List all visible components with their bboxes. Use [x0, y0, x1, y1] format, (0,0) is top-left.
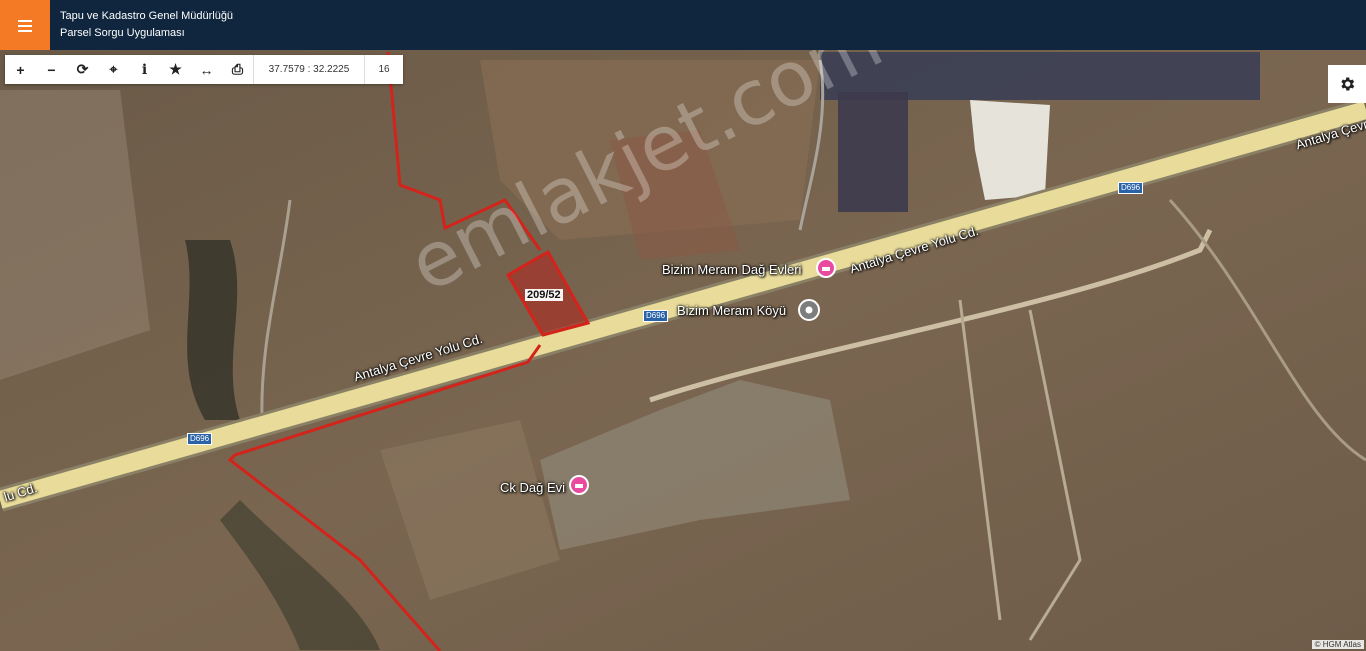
locate-icon: ⌖	[109, 61, 118, 77]
app-subtitle: Parsel Sorgu Uygulaması	[60, 27, 185, 39]
zoom-in-icon: +	[16, 61, 25, 78]
app-titles: Tapu ve Kadastro Genel Müdürlüğü Parsel …	[60, 8, 233, 42]
map-toolbar: + − ⟳ ⌖ i ★ ↔ ⎙ 37.7579 : 32.2225 16	[5, 55, 403, 84]
favorites-button[interactable]: ★	[160, 55, 191, 84]
zoom-out-icon: −	[47, 61, 56, 78]
map-attribution[interactable]: © HGM Atlas	[1311, 640, 1364, 649]
settings-button[interactable]	[1328, 65, 1366, 103]
info-button[interactable]: i	[129, 55, 160, 84]
app-header: Tapu ve Kadastro Genel Müdürlüğü Parsel …	[0, 0, 1366, 50]
place-label: Ck Dağ Evi	[500, 480, 566, 495]
measure-button[interactable]: ↔	[191, 55, 222, 84]
refresh-icon: ⟳	[76, 61, 89, 77]
parcel-label[interactable]: 209/52	[525, 289, 563, 301]
zoom-in-button[interactable]: +	[5, 55, 36, 84]
coordinate-readout: 37.7579 : 32.2225	[253, 55, 364, 84]
route-shield: D696	[187, 433, 213, 445]
hamburger-menu-icon	[18, 19, 32, 32]
app-title: Tapu ve Kadastro Genel Müdürlüğü	[60, 10, 234, 22]
place-label: Bizim Meram Köyü	[677, 303, 787, 318]
place-label: Bizim Meram Dağ Evleri	[662, 262, 802, 277]
gear-icon	[1341, 77, 1355, 91]
route-shield: D696	[1118, 182, 1144, 194]
place-pin-icon[interactable]	[798, 299, 820, 321]
star-icon: ★	[169, 61, 182, 77]
zoom-level-readout: 16	[364, 55, 403, 84]
menu-button[interactable]	[0, 0, 50, 50]
refresh-button[interactable]: ⟳	[67, 55, 98, 84]
hotel-pin-icon[interactable]	[569, 475, 589, 495]
locate-button[interactable]: ⌖	[98, 55, 129, 84]
hotel-pin-icon[interactable]	[816, 258, 836, 278]
measure-icon: ↔	[199, 61, 214, 78]
zoom-out-button[interactable]: −	[36, 55, 67, 84]
info-icon: i	[141, 61, 148, 78]
route-shield: D696	[643, 310, 669, 322]
print-icon: ⎙	[231, 61, 244, 77]
print-button[interactable]: ⎙	[222, 55, 253, 84]
